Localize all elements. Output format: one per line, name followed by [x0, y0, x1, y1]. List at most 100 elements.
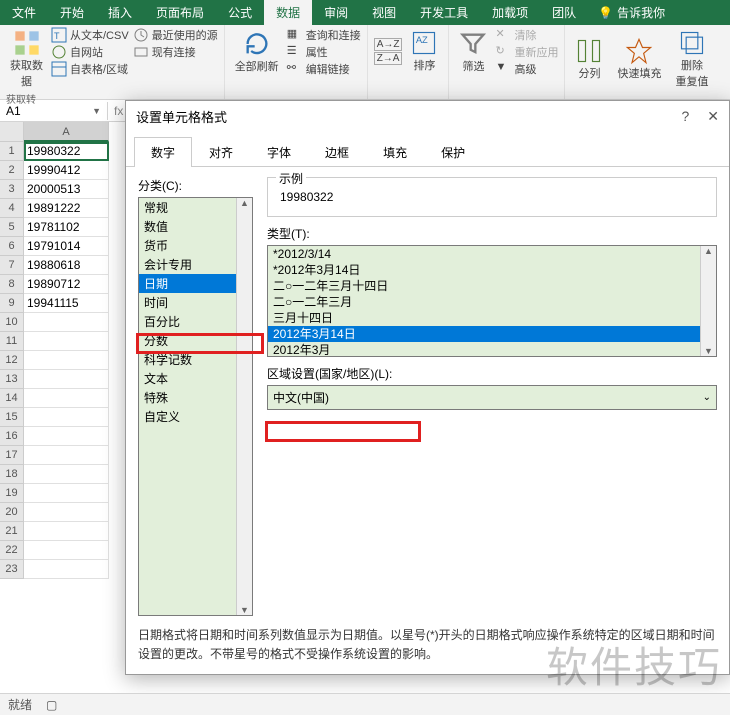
- get-data-button[interactable]: 获取数 据: [6, 27, 47, 91]
- ribbon-tab-4[interactable]: 公式: [216, 0, 264, 25]
- recent-sources[interactable]: 最近使用的源: [133, 27, 218, 43]
- row-header[interactable]: 9: [0, 294, 24, 313]
- type-item[interactable]: *2012年3月14日: [268, 262, 716, 278]
- cell[interactable]: 19781102: [24, 218, 109, 237]
- row-header[interactable]: 17: [0, 446, 24, 465]
- type-item[interactable]: 二○一二年三月十四日: [268, 278, 716, 294]
- cell[interactable]: [24, 541, 109, 560]
- cell[interactable]: 20000513: [24, 180, 109, 199]
- row-header[interactable]: 8: [0, 275, 24, 294]
- reapply[interactable]: ↻重新应用: [495, 44, 558, 60]
- from-text-csv[interactable]: T从文本/CSV: [51, 27, 129, 43]
- row-header[interactable]: 3: [0, 180, 24, 199]
- row-header[interactable]: 7: [0, 256, 24, 275]
- type-item[interactable]: 二○一二年三月: [268, 294, 716, 310]
- row-header[interactable]: 4: [0, 199, 24, 218]
- from-table[interactable]: 自表格/区域: [51, 61, 129, 77]
- ribbon-tab-2[interactable]: 插入: [96, 0, 144, 25]
- help-button[interactable]: ?: [681, 108, 689, 125]
- close-button[interactable]: ✕: [707, 108, 719, 125]
- existing-conn[interactable]: 现有连接: [133, 44, 218, 60]
- ribbon-tab-0[interactable]: 文件: [0, 0, 48, 25]
- row-header[interactable]: 14: [0, 389, 24, 408]
- from-web[interactable]: 自网站: [51, 44, 129, 60]
- type-item[interactable]: *2012/3/14: [268, 246, 716, 262]
- remove-dup[interactable]: 删除 重复值: [671, 27, 712, 91]
- filter-button[interactable]: 筛选: [455, 27, 491, 77]
- type-list[interactable]: *2012/3/14*2012年3月14日二○一二年三月十四日二○一二年三月三月…: [267, 245, 717, 357]
- row-header[interactable]: 12: [0, 351, 24, 370]
- cell[interactable]: [24, 522, 109, 541]
- type-item[interactable]: 三月十四日: [268, 310, 716, 326]
- clear-filter[interactable]: ✕清除: [495, 27, 558, 43]
- cell[interactable]: [24, 389, 109, 408]
- ribbon-tab-8[interactable]: 开发工具: [408, 0, 480, 25]
- locale-select[interactable]: 中文(中国) ⌄: [267, 385, 717, 410]
- cell[interactable]: 19880618: [24, 256, 109, 275]
- cell[interactable]: [24, 313, 109, 332]
- cell[interactable]: [24, 446, 109, 465]
- ribbon-tab-9[interactable]: 加载项: [480, 0, 540, 25]
- flash-fill[interactable]: 快速填充: [613, 27, 665, 91]
- type-item[interactable]: 2012年3月: [268, 342, 716, 357]
- cell[interactable]: [24, 332, 109, 351]
- type-item[interactable]: 2012年3月14日: [268, 326, 716, 342]
- ribbon-tab-6[interactable]: 审阅: [312, 0, 360, 25]
- row-header[interactable]: 19: [0, 484, 24, 503]
- edit-links[interactable]: ⚯编辑链接: [287, 61, 361, 77]
- cell[interactable]: 19941115: [24, 294, 109, 313]
- category-list[interactable]: 常规数值货币会计专用日期时间百分比分数科学记数文本特殊自定义▲▼: [138, 197, 253, 616]
- cell[interactable]: [24, 427, 109, 446]
- cell[interactable]: [24, 408, 109, 427]
- sort-za[interactable]: Z→A: [374, 52, 403, 65]
- row-header[interactable]: 10: [0, 313, 24, 332]
- row-header[interactable]: 5: [0, 218, 24, 237]
- cell[interactable]: [24, 560, 109, 579]
- row-header[interactable]: 1: [0, 142, 24, 161]
- dialog-tab-2[interactable]: 字体: [250, 137, 308, 167]
- ribbon-tab-7[interactable]: 视图: [360, 0, 408, 25]
- row-header[interactable]: 15: [0, 408, 24, 427]
- name-box[interactable]: A1 ▼: [0, 102, 108, 120]
- advanced-filter[interactable]: ▼高级: [495, 61, 558, 77]
- dialog-tab-5[interactable]: 保护: [424, 137, 482, 167]
- row-header[interactable]: 22: [0, 541, 24, 560]
- row-header[interactable]: 2: [0, 161, 24, 180]
- row-header[interactable]: 11: [0, 332, 24, 351]
- dialog-tab-0[interactable]: 数字: [134, 137, 192, 167]
- tell-me[interactable]: 💡告诉我你: [598, 0, 665, 25]
- row-header[interactable]: 6: [0, 237, 24, 256]
- cell[interactable]: 19990412: [24, 161, 109, 180]
- ribbon-tab-10[interactable]: 团队: [540, 0, 588, 25]
- select-all-corner[interactable]: [0, 122, 24, 142]
- ribbon-tab-1[interactable]: 开始: [48, 0, 96, 25]
- col-header[interactable]: A: [24, 122, 109, 142]
- dialog-tab-3[interactable]: 边框: [308, 137, 366, 167]
- refresh-all-button[interactable]: 全部刷新: [231, 27, 283, 77]
- category-scrollbar[interactable]: ▲▼: [236, 198, 252, 615]
- queries-conn[interactable]: ▦查询和连接: [287, 27, 361, 43]
- row-header[interactable]: 20: [0, 503, 24, 522]
- cell[interactable]: 19890712: [24, 275, 109, 294]
- sort-az[interactable]: A→Z: [374, 38, 403, 51]
- ribbon-tab-3[interactable]: 页面布局: [144, 0, 216, 25]
- sort-button[interactable]: AZ 排序: [406, 27, 442, 75]
- status-rec-icon[interactable]: ▢: [46, 698, 57, 712]
- cell[interactable]: 19791014: [24, 237, 109, 256]
- properties[interactable]: ☰属性: [287, 44, 361, 60]
- text-to-cols[interactable]: 分列: [571, 27, 607, 91]
- row-header[interactable]: 16: [0, 427, 24, 446]
- cell[interactable]: [24, 465, 109, 484]
- type-scrollbar[interactable]: ▲▼: [700, 246, 716, 356]
- dialog-tab-4[interactable]: 填充: [366, 137, 424, 167]
- cell[interactable]: [24, 484, 109, 503]
- cell[interactable]: [24, 503, 109, 522]
- ribbon-tab-5[interactable]: 数据: [264, 0, 312, 25]
- row-header[interactable]: 21: [0, 522, 24, 541]
- cell[interactable]: 19980322: [24, 142, 109, 161]
- dialog-tab-1[interactable]: 对齐: [192, 137, 250, 167]
- row-header[interactable]: 23: [0, 560, 24, 579]
- cell[interactable]: [24, 370, 109, 389]
- namebox-dropdown-icon[interactable]: ▼: [92, 106, 101, 116]
- cell[interactable]: 19891222: [24, 199, 109, 218]
